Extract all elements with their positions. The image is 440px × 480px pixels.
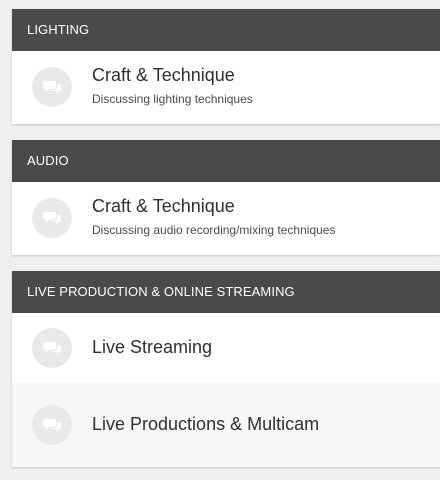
forum-section-live-production: LIVE PRODUCTION & ONLINE STREAMING Live …	[12, 271, 440, 467]
forum-row-lighting-craft[interactable]: Craft & Technique Discussing lighting te…	[12, 51, 440, 124]
forum-row-live-productions-multicam[interactable]: Live Productions & Multicam	[12, 383, 440, 467]
section-header-lighting[interactable]: LIGHTING	[12, 9, 440, 51]
forum-row-live-streaming[interactable]: Live Streaming	[12, 313, 440, 383]
forum-description: Discussing audio recording/mixing techni…	[92, 223, 336, 237]
chat-bubbles-icon	[32, 405, 72, 445]
chat-bubbles-icon	[32, 198, 72, 238]
section-header-live-production[interactable]: LIVE PRODUCTION & ONLINE STREAMING	[12, 271, 440, 313]
chat-bubbles-icon	[32, 328, 72, 368]
chat-bubbles-icon	[32, 67, 72, 107]
forum-section-audio: AUDIO Craft & Technique Discussing audio…	[12, 140, 440, 255]
forum-title[interactable]: Craft & Technique	[92, 65, 235, 86]
forum-row-audio-craft[interactable]: Craft & Technique Discussing audio recor…	[12, 182, 440, 255]
forum-title[interactable]: Craft & Technique	[92, 196, 235, 217]
forum-description: Discussing lighting techniques	[92, 92, 253, 106]
forum-title[interactable]: Live Streaming	[92, 337, 212, 358]
forum-section-lighting: LIGHTING Craft & Technique Discussing li…	[12, 9, 440, 124]
forum-title[interactable]: Live Productions & Multicam	[92, 414, 319, 435]
section-header-audio[interactable]: AUDIO	[12, 140, 440, 182]
